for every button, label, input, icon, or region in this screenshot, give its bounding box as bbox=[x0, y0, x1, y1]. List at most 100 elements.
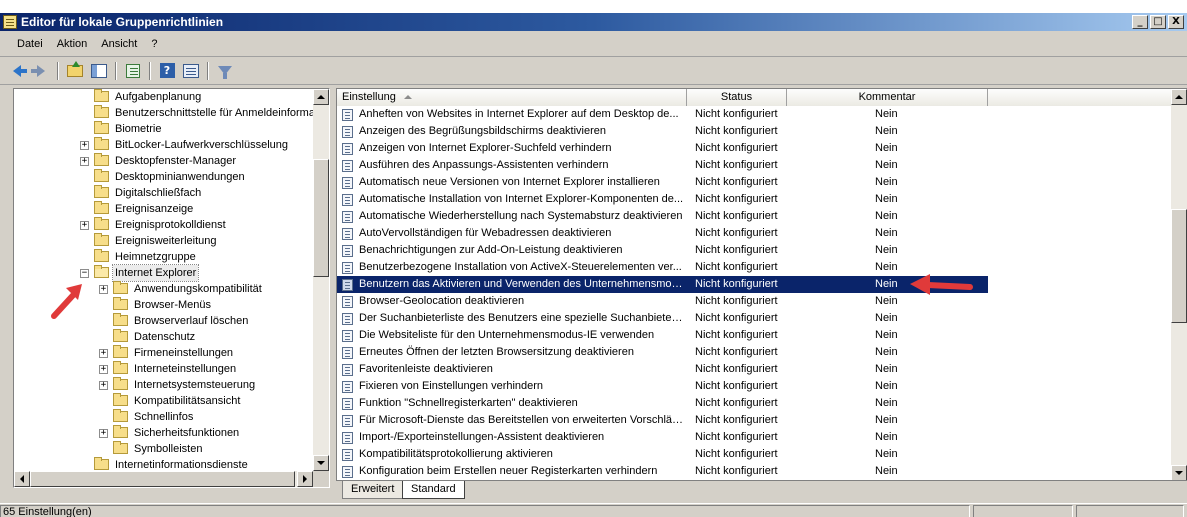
setting-row[interactable]: Fixieren von Einstellungen verhindern Nic… bbox=[337, 378, 1172, 395]
tree-vertical-scrollbar[interactable] bbox=[313, 89, 329, 471]
setting-name: Automatische Installation von Internet E… bbox=[359, 193, 684, 205]
setting-row[interactable]: Ausführen des Anpassungs-Assistenten ver… bbox=[337, 157, 1172, 174]
tree-list: Aufgabenplanung Benutzerschnittstelle für… bbox=[14, 89, 318, 487]
menu-help[interactable]: ? bbox=[144, 35, 164, 53]
properties-button[interactable] bbox=[180, 60, 202, 82]
column-header-comment[interactable]: Kommentar bbox=[787, 89, 988, 106]
tree-item[interactable]: + Internetsystemsteuerung bbox=[14, 377, 314, 393]
setting-row[interactable]: Browser-Geolocation deaktivieren Nicht ko… bbox=[337, 293, 1172, 310]
expand-icon[interactable]: + bbox=[99, 285, 108, 294]
tree-item[interactable]: Digitalschließfach bbox=[14, 185, 314, 201]
tree-item[interactable]: Heimnetzgruppe bbox=[14, 249, 314, 265]
tree-scroll-right-button[interactable] bbox=[297, 471, 313, 487]
expand-icon[interactable]: + bbox=[80, 157, 89, 166]
tree-item[interactable]: + Sicherheitsfunktionen bbox=[14, 425, 314, 441]
restore-button[interactable]: □ bbox=[1150, 15, 1166, 29]
expand-icon[interactable]: + bbox=[80, 221, 89, 230]
tree-item[interactable]: + BitLocker-Laufwerkverschlüsselung bbox=[14, 137, 314, 153]
list-vertical-scrollbar[interactable] bbox=[1171, 89, 1187, 480]
setting-row[interactable]: Favoritenleiste deaktivieren Nicht konfig… bbox=[337, 361, 1172, 378]
tree-item-label: Internet Explorer bbox=[111, 264, 200, 282]
setting-row[interactable]: Automatische Installation von Internet E… bbox=[337, 191, 1172, 208]
menu-view[interactable]: Ansicht bbox=[94, 35, 144, 53]
tree-item[interactable]: + Ereignisprotokolldienst bbox=[14, 217, 314, 233]
setting-row[interactable]: Anzeigen von Internet Explorer-Suchfeld … bbox=[337, 140, 1172, 157]
close-button[interactable]: X bbox=[1168, 15, 1184, 29]
setting-row[interactable]: Automatisch neue Versionen von Internet … bbox=[337, 174, 1172, 191]
filter-button[interactable] bbox=[214, 60, 236, 82]
tab-extended[interactable]: Erweitert bbox=[342, 481, 404, 499]
tree-scroll-up-button[interactable] bbox=[313, 89, 329, 105]
tree-hscroll-thumb[interactable] bbox=[30, 471, 295, 487]
help-button[interactable]: ? bbox=[156, 60, 178, 82]
tree-scroll-down-button[interactable] bbox=[313, 455, 329, 471]
back-button[interactable] bbox=[6, 60, 28, 82]
expand-icon[interactable]: + bbox=[99, 429, 108, 438]
tree-item[interactable]: Benutzerschnittstelle für Anmeldeinforma… bbox=[14, 105, 318, 121]
settings-list[interactable]: Einstellung Status Kommentar Anheften vo… bbox=[336, 88, 1187, 480]
setting-row[interactable]: Der Suchanbieterliste des Benutzers eine… bbox=[337, 310, 1172, 327]
collapse-icon[interactable]: − bbox=[80, 269, 89, 278]
tree-item[interactable]: Aufgabenplanung bbox=[14, 89, 314, 105]
expand-icon[interactable]: + bbox=[80, 141, 89, 150]
up-one-level-button[interactable] bbox=[64, 60, 86, 82]
tree-item[interactable]: + Anwendungskompatibilität bbox=[14, 281, 314, 297]
list-scroll-thumb[interactable] bbox=[1171, 209, 1187, 323]
show-hide-tree-button[interactable] bbox=[88, 60, 110, 82]
setting-row[interactable]: Import-/Exporteinstellungen-Assistent de… bbox=[337, 429, 1172, 446]
tab-standard[interactable]: Standard bbox=[402, 481, 465, 499]
minimize-button[interactable]: _ bbox=[1132, 15, 1148, 29]
setting-status: Nicht konfiguriert bbox=[695, 465, 778, 477]
forward-button[interactable] bbox=[30, 60, 52, 82]
tree-item[interactable]: Datenschutz bbox=[14, 329, 314, 345]
tree-item[interactable]: Ereignisanzeige bbox=[14, 201, 314, 217]
tree-item[interactable]: + Interneteinstellungen bbox=[14, 361, 314, 377]
setting-row[interactable]: Anzeigen des Begrüßungsbildschirms deakt… bbox=[337, 123, 1172, 140]
tree-horizontal-scrollbar[interactable] bbox=[14, 471, 313, 487]
title-bar[interactable]: Editor für lokale Gruppenrichtlinien _ □… bbox=[0, 0, 1187, 31]
tree-item[interactable]: Biometrie bbox=[14, 121, 314, 137]
setting-row[interactable]: AutoVervollständigen für Webadressen dea… bbox=[337, 225, 1172, 242]
policy-setting-icon bbox=[342, 126, 353, 138]
column-header-status[interactable]: Status bbox=[687, 89, 787, 106]
setting-row[interactable]: Benutzern das Aktivieren und Verwenden d… bbox=[337, 276, 988, 293]
tree-item[interactable]: Symbolleisten bbox=[14, 441, 314, 457]
tree-item[interactable]: Ereignisweiterleitung bbox=[14, 233, 314, 249]
tree-scroll-left-button[interactable] bbox=[14, 471, 30, 487]
tree-item[interactable]: Browser-Menüs bbox=[14, 297, 314, 313]
setting-row[interactable]: Erneutes Öffnen der letzten Browsersitzu… bbox=[337, 344, 1172, 361]
setting-row[interactable]: Funktion "Schnellregisterkarten" deaktiv… bbox=[337, 395, 1172, 412]
menu-action[interactable]: Aktion bbox=[50, 35, 95, 53]
export-list-button[interactable] bbox=[122, 60, 144, 82]
setting-row[interactable]: Konfiguration beim Erstellen neuer Regis… bbox=[337, 463, 1172, 480]
setting-row[interactable]: Anheften von Websites in Internet Explor… bbox=[337, 106, 1172, 123]
setting-row[interactable]: Automatische Wiederherstellung nach Syst… bbox=[337, 208, 1172, 225]
setting-row[interactable]: Kompatibilitätsprotokollierung aktiviere… bbox=[337, 446, 1172, 463]
expand-icon[interactable]: + bbox=[99, 349, 108, 358]
tree-item[interactable]: + Desktopfenster-Manager bbox=[14, 153, 314, 169]
setting-row[interactable]: Benutzerbezogene Installation von Active… bbox=[337, 259, 1172, 276]
setting-name: Benachrichtigungen zur Add-On-Leistung d… bbox=[359, 244, 623, 256]
setting-status: Nicht konfiguriert bbox=[695, 261, 778, 273]
tree-scroll-thumb[interactable] bbox=[313, 159, 329, 277]
list-scroll-down-button[interactable] bbox=[1171, 465, 1187, 480]
setting-row[interactable]: Die Websiteliste für den Unternehmensmod… bbox=[337, 327, 1172, 344]
console-tree[interactable]: Aufgabenplanung Benutzerschnittstelle für… bbox=[13, 88, 330, 488]
policy-setting-icon bbox=[342, 432, 353, 444]
list-scroll-up-button[interactable] bbox=[1171, 89, 1187, 105]
tree-item[interactable]: Browserverlauf löschen bbox=[14, 313, 314, 329]
tree-item[interactable]: Schnellinfos bbox=[14, 409, 314, 425]
menu-file[interactable]: Datei bbox=[10, 35, 50, 53]
folder-icon bbox=[113, 313, 128, 326]
setting-row[interactable]: Benachrichtigungen zur Add-On-Leistung d… bbox=[337, 242, 1172, 259]
tree-item[interactable]: + Firmeneinstellungen bbox=[14, 345, 314, 361]
expand-icon[interactable]: + bbox=[99, 365, 108, 374]
tree-item[interactable]: Kompatibilitätsansicht bbox=[14, 393, 314, 409]
expand-icon[interactable]: + bbox=[99, 381, 108, 390]
setting-row[interactable]: Für Microsoft-Dienste das Bereitstellen … bbox=[337, 412, 1172, 429]
tree-item[interactable]: − Internet Explorer bbox=[14, 264, 314, 282]
tree-item-label: Desktopminianwendungen bbox=[115, 171, 245, 183]
column-header-setting[interactable]: Einstellung bbox=[337, 89, 687, 106]
tree-item[interactable]: Desktopminianwendungen bbox=[14, 169, 314, 185]
tree-item-label: Interneteinstellungen bbox=[134, 363, 237, 375]
